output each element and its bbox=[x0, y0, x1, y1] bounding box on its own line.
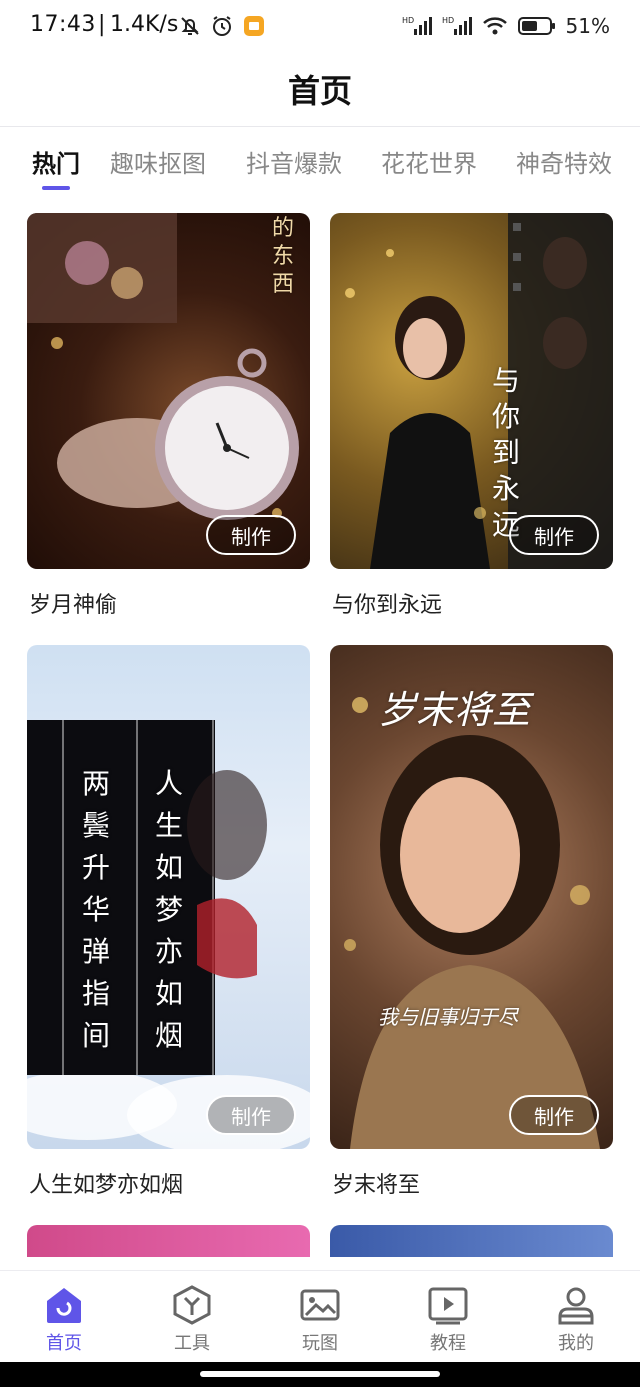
make-button[interactable]: 制作 bbox=[206, 1095, 296, 1135]
tab-flower-world[interactable]: 花花世界 bbox=[381, 144, 477, 179]
category-tabs: 热门 趣味抠图 抖音爆款 花花世界 神奇特效 bbox=[0, 128, 640, 200]
template-card[interactable]: 两鬓升华弹指间 人生如梦亦如烟 制作 人生如梦亦如烟 bbox=[27, 645, 310, 1198]
nav-label: 玩图 bbox=[302, 1333, 338, 1354]
status-bar: 17:43 | 1.4K/s HD HD 51% bbox=[0, 0, 640, 56]
svg-text:HD: HD bbox=[442, 16, 454, 25]
image-icon bbox=[300, 1289, 340, 1321]
make-button[interactable]: 制作 bbox=[206, 515, 296, 555]
thumbnail-caption: 岁末将至 bbox=[378, 688, 531, 732]
bell-off-icon bbox=[181, 17, 199, 35]
status-left-icons bbox=[178, 14, 266, 38]
template-card[interactable]: 与你到永远 制作 与你到永远 bbox=[330, 213, 613, 618]
status-separator: | bbox=[98, 12, 106, 37]
alarm-icon bbox=[213, 16, 231, 36]
nav-label: 工具 bbox=[174, 1333, 210, 1354]
page-title: 首页 bbox=[287, 72, 352, 110]
template-thumbnail[interactable]: 岁末将至 我与旧事归于尽 制作 bbox=[330, 645, 613, 1149]
tab-active-indicator bbox=[42, 186, 70, 190]
home-indicator[interactable] bbox=[200, 1371, 440, 1377]
nav-mine[interactable]: 我的 bbox=[536, 1283, 616, 1355]
app-notification-icon bbox=[244, 16, 264, 36]
nav-label: 教程 bbox=[430, 1333, 466, 1354]
template-title: 与你到永远 bbox=[332, 593, 443, 618]
template-thumbnail-partial[interactable] bbox=[330, 1225, 613, 1257]
nav-tools[interactable]: 工具 bbox=[152, 1283, 232, 1355]
nav-label: 我的 bbox=[558, 1333, 594, 1354]
template-title: 人生如梦亦如烟 bbox=[29, 1173, 184, 1198]
tab-douyin-hits[interactable]: 抖音爆款 bbox=[246, 144, 342, 179]
make-button[interactable]: 制作 bbox=[509, 1095, 599, 1135]
hd-signal-icon: HD bbox=[442, 16, 472, 35]
network-speed: 1.4K/s bbox=[110, 12, 179, 37]
user-icon bbox=[558, 1287, 594, 1325]
thumbnail-subcaption: 我与旧事归于尽 bbox=[378, 1005, 518, 1029]
hd-signal-icon: HD bbox=[402, 16, 432, 35]
template-thumbnail-partial[interactable] bbox=[27, 1225, 310, 1257]
template-title: 岁月神偷 bbox=[29, 593, 118, 618]
tab-fun-cutout[interactable]: 趣味抠图 bbox=[110, 144, 206, 179]
status-time: 17:43 bbox=[30, 12, 96, 37]
bottom-navigation: 首页 工具 玩图 教程 我的 bbox=[0, 1270, 640, 1363]
home-icon bbox=[47, 1288, 81, 1323]
play-video-icon bbox=[428, 1287, 468, 1325]
app-header: 首页 bbox=[0, 56, 640, 127]
system-home-bar bbox=[0, 1362, 640, 1387]
template-thumbnail[interactable]: 的东西 制作 bbox=[27, 213, 310, 569]
nav-label: 首页 bbox=[46, 1333, 82, 1354]
toolbox-icon bbox=[173, 1285, 211, 1325]
nav-play-image[interactable]: 玩图 bbox=[280, 1283, 360, 1355]
thumbnail-caption: 人生如梦亦如烟 bbox=[155, 767, 184, 1052]
wifi-icon bbox=[482, 17, 507, 35]
thumbnail-caption: 与你到永远 bbox=[492, 364, 521, 541]
template-title: 岁末将至 bbox=[332, 1173, 421, 1198]
tab-magic-effects[interactable]: 神奇特效 bbox=[516, 144, 612, 179]
template-card[interactable]: 的东西 制作 岁月神偷 bbox=[27, 213, 310, 618]
template-card[interactable]: 岁末将至 我与旧事归于尽 制作 岁末将至 bbox=[330, 645, 613, 1198]
status-right-icons: HD HD 51% bbox=[402, 14, 610, 38]
make-button[interactable]: 制作 bbox=[509, 515, 599, 555]
template-thumbnail[interactable]: 两鬓升华弹指间 人生如梦亦如烟 制作 bbox=[27, 645, 310, 1149]
nav-home[interactable]: 首页 bbox=[24, 1283, 104, 1355]
tab-hot[interactable]: 热门 bbox=[32, 144, 80, 179]
thumbnail-caption: 的东西 bbox=[272, 216, 295, 297]
svg-text:HD: HD bbox=[402, 16, 414, 25]
battery-icon bbox=[517, 17, 555, 35]
battery-percent: 51% bbox=[565, 14, 610, 38]
thumbnail-caption: 两鬓升华弹指间 bbox=[82, 767, 111, 1052]
template-thumbnail[interactable]: 与你到永远 制作 bbox=[330, 213, 613, 569]
nav-tutorial[interactable]: 教程 bbox=[408, 1283, 488, 1355]
